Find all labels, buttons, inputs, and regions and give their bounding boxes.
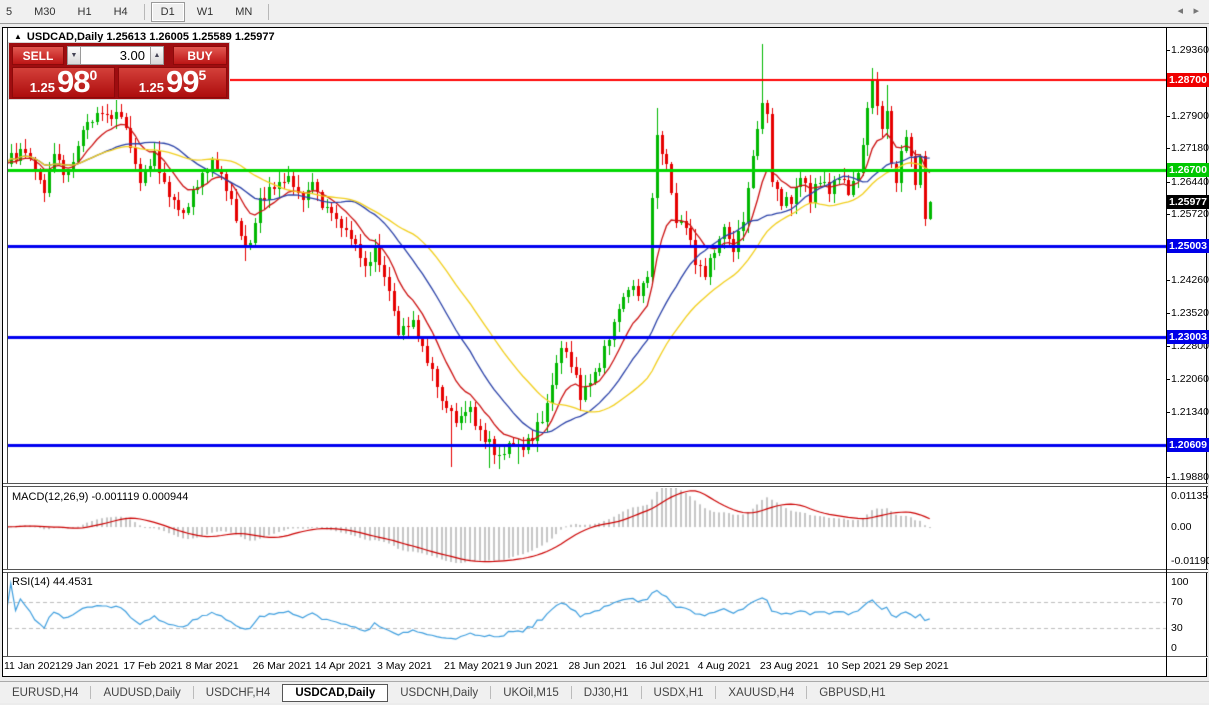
date-tick-label: 21 May 2021 — [444, 660, 505, 672]
tab-eurusd[interactable]: EURUSD,H4 — [0, 684, 90, 702]
tab-audusd[interactable]: AUDUSD,Daily — [91, 684, 192, 702]
date-tick-label: 3 May 2021 — [377, 660, 432, 672]
price-badge: 1.28700 — [1167, 72, 1209, 87]
toolbar-separator — [268, 3, 270, 20]
price-tick-label: 1.24260 — [1171, 273, 1209, 286]
price-tick-mark — [1166, 345, 1170, 347]
price-tick-label: 1.27180 — [1171, 142, 1209, 155]
sell-button[interactable]: SELL — [12, 46, 64, 65]
date-tick-label: 26 Mar 2021 — [252, 660, 312, 672]
sell-price-point: 0 — [89, 67, 98, 83]
date-tick-label: 4 Aug 2021 — [697, 660, 751, 672]
date-tick-label: 14 Apr 2021 — [314, 660, 372, 672]
price-tick-mark — [1166, 313, 1170, 315]
volume-input[interactable]: 3.00 — [81, 46, 150, 65]
timeframe-toolbar: 5 M30 H1 H4 D1 W1 MN — [0, 0, 1209, 24]
price-tick-mark — [1166, 279, 1170, 281]
date-tick-label: 17 Feb 2021 — [123, 660, 183, 672]
panel-separator — [3, 656, 1208, 658]
timeframe-button-h1[interactable]: H1 — [68, 2, 102, 22]
tab-dj30[interactable]: DJ30,H1 — [572, 684, 641, 702]
date-tick-label: 9 Jun 2021 — [506, 660, 559, 672]
price-tick-label: 1.22060 — [1171, 373, 1209, 386]
tab-usdcnh[interactable]: USDCNH,Daily — [388, 684, 490, 702]
one-click-trade-panel: SELL ▼ 3.00 ▲ BUY 1.25 98 0 1.25 99 5 — [8, 42, 230, 100]
rsi-panel-canvas[interactable] — [8, 574, 1166, 655]
macd-indicator-label: MACD(12,26,9) -0.001119 0.000944 — [12, 491, 189, 503]
date-tick-label: 16 Jul 2021 — [635, 660, 690, 672]
buy-price-prefix: 1.25 — [138, 80, 165, 95]
price-tick-label: 1.25720 — [1171, 208, 1209, 221]
price-tick-label: 1.19880 — [1171, 471, 1209, 484]
timeframe-button-5[interactable]: 5 — [0, 2, 22, 22]
rsi-axis-label: 100 — [1171, 575, 1189, 588]
price-tick-mark — [1166, 148, 1170, 150]
date-tick-label: 8 Mar 2021 — [185, 660, 239, 672]
sell-price-quote[interactable]: 1.25 98 0 — [12, 64, 115, 99]
date-tick-label: 29 Jan 2021 — [61, 660, 119, 672]
price-tick-label: 1.26440 — [1171, 175, 1209, 188]
tab-usdcad[interactable]: USDCAD,Daily — [282, 683, 389, 702]
price-badge: 1.25003 — [1167, 239, 1209, 254]
date-tick-label: 23 Aug 2021 — [759, 660, 819, 672]
tab-gbpusd[interactable]: GBPUSD,H1 — [807, 684, 897, 702]
price-badge: 1.23003 — [1167, 329, 1209, 344]
macd-axis-label: -0.011904 — [1171, 555, 1209, 567]
volume-decrease-button[interactable]: ▼ — [67, 46, 81, 65]
buy-price-quote[interactable]: 1.25 99 5 — [118, 64, 227, 99]
timeframe-button-w1[interactable]: W1 — [187, 2, 224, 22]
buy-price-point: 5 — [198, 67, 207, 83]
date-tick-label: 28 Jun 2021 — [568, 660, 627, 672]
price-tick-label: 1.27900 — [1171, 109, 1209, 122]
price-axis-border — [1166, 28, 1167, 677]
price-tick-mark — [1166, 411, 1170, 413]
price-badge: 1.26700 — [1167, 162, 1209, 177]
tab-xauusd[interactable]: XAUUSD,H4 — [716, 684, 806, 702]
price-tick-mark — [1166, 477, 1170, 479]
tab-usdx[interactable]: USDX,H1 — [642, 684, 716, 702]
rsi-axis-label: 70 — [1171, 595, 1183, 608]
price-tick-mark — [1166, 181, 1170, 183]
panel-separator[interactable] — [3, 483, 1208, 487]
buy-price-pips: 99 — [166, 64, 199, 99]
timeframe-button-m30[interactable]: M30 — [24, 2, 65, 22]
timeframe-button-d1[interactable]: D1 — [150, 1, 185, 22]
price-tick-mark — [1166, 49, 1170, 51]
rsi-indicator-label: RSI(14) 44.4531 — [12, 576, 93, 588]
timeframe-button-mn[interactable]: MN — [225, 2, 262, 22]
price-tick-mark — [1166, 379, 1170, 381]
price-badge: 1.20609 — [1167, 437, 1209, 452]
timeframe-button-h4[interactable]: H4 — [104, 2, 138, 22]
date-tick-label: 11 Jan 2021 — [4, 660, 62, 672]
chart-tab-bar: EURUSD,H4 AUDUSD,Daily USDCHF,H4 USDCAD,Dai… — [0, 681, 1209, 703]
price-tick-mark — [1166, 214, 1170, 216]
tabs-scroll-right-icon[interactable]: ▸ — [1193, 4, 1199, 17]
rsi-axis-label: 0 — [1171, 642, 1177, 655]
volume-increase-button[interactable]: ▲ — [150, 46, 164, 65]
sell-price-prefix: 1.25 — [29, 80, 56, 95]
date-tick-label: 29 Sep 2021 — [889, 660, 949, 672]
price-tick-label: 1.29360 — [1171, 43, 1209, 56]
macd-axis-label: 0.00 — [1171, 521, 1192, 534]
rsi-axis-label: 30 — [1171, 622, 1183, 635]
macd-axis-label: 0.01135 — [1171, 490, 1209, 502]
sell-price-pips: 98 — [57, 64, 90, 99]
price-tick-label: 1.21340 — [1171, 405, 1209, 418]
panel-separator[interactable] — [3, 569, 1208, 573]
tab-ukoil[interactable]: UKOil,M15 — [491, 684, 571, 702]
buy-button[interactable]: BUY — [173, 46, 227, 65]
tab-usdchf[interactable]: USDCHF,H4 — [194, 684, 283, 702]
toolbar-separator — [143, 3, 145, 20]
price-tick-mark — [1166, 115, 1170, 117]
collapse-icon[interactable]: ▲ — [14, 32, 22, 41]
price-badge: 1.25977 — [1167, 195, 1209, 210]
price-tick-label: 1.23520 — [1171, 307, 1209, 320]
date-tick-label: 10 Sep 2021 — [826, 660, 887, 672]
tabs-scroll-left-icon[interactable]: ◂ — [1177, 4, 1183, 17]
